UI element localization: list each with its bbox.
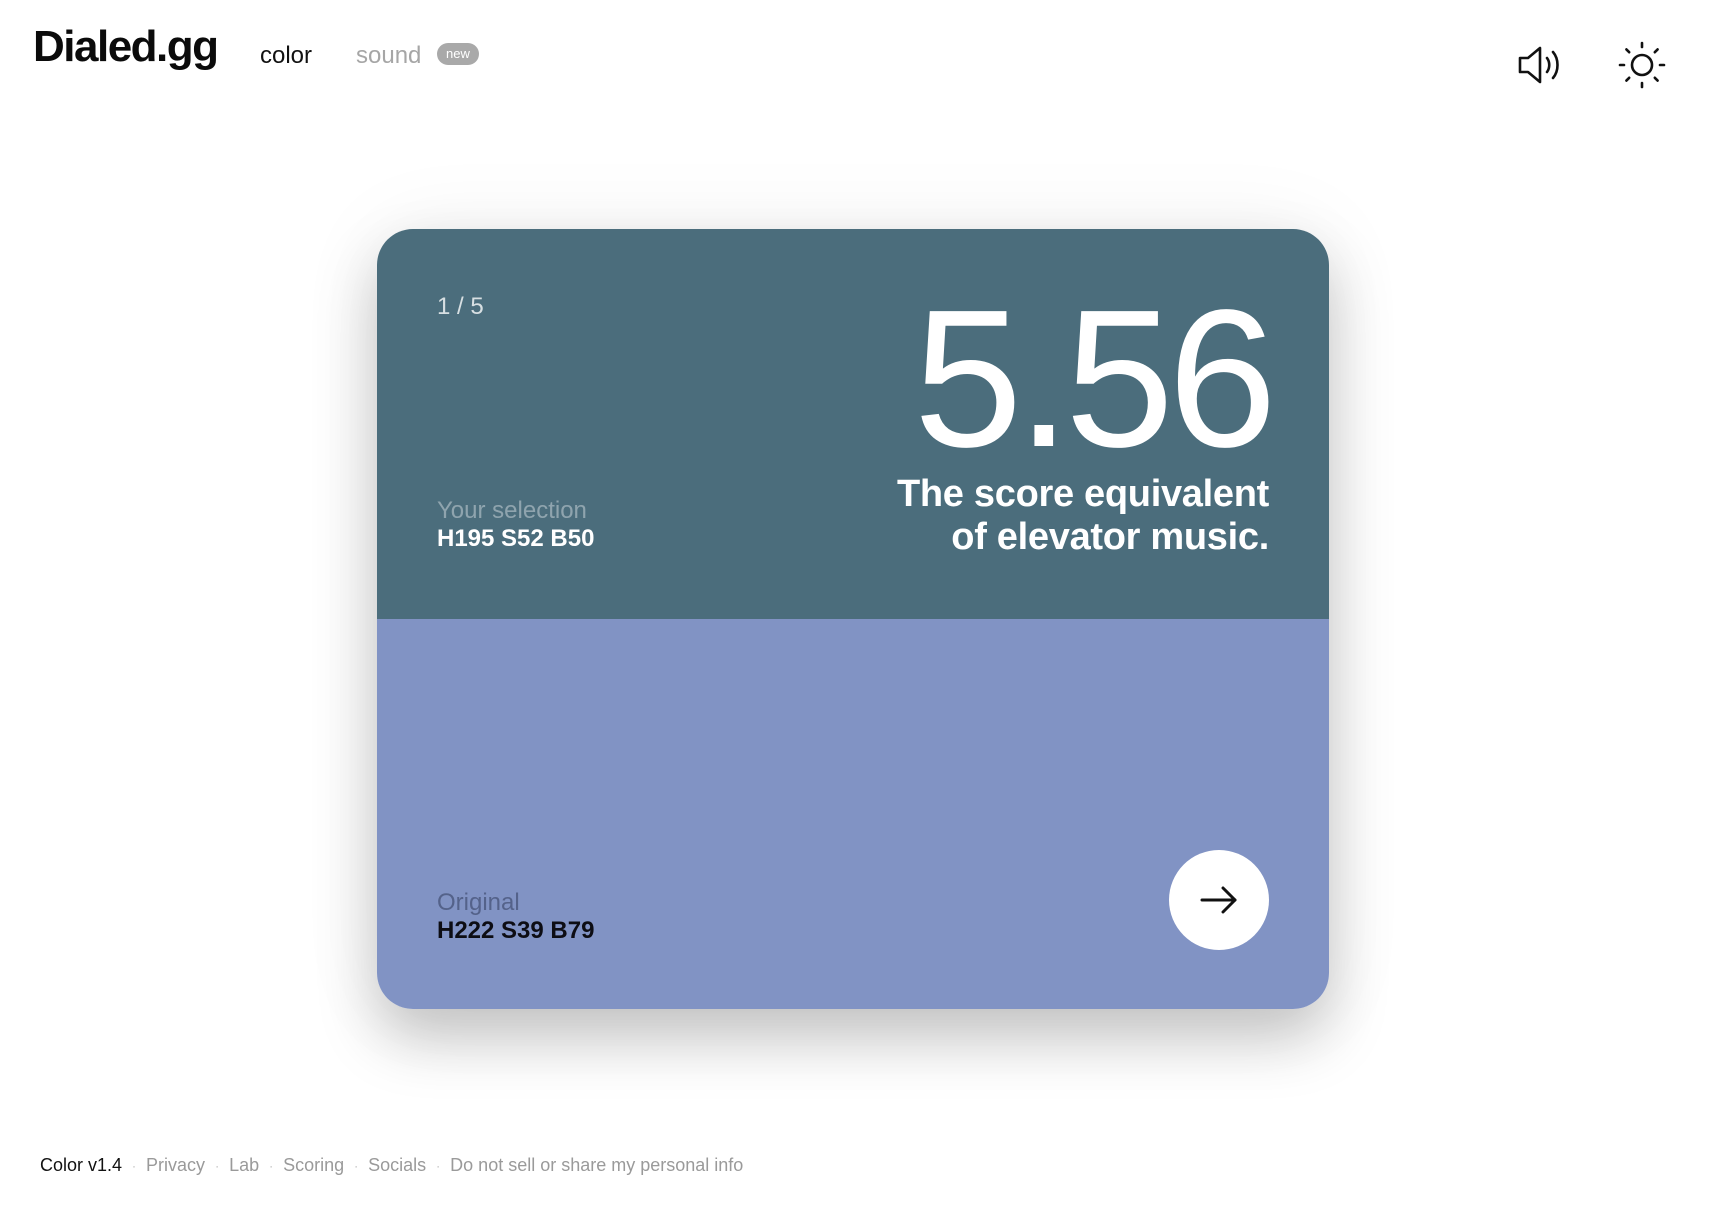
footer-separator: · — [269, 1158, 274, 1173]
score-value: 5.56 — [913, 269, 1277, 488]
arrow-right-icon — [1200, 886, 1237, 914]
sun-icon — [1618, 41, 1666, 89]
page: Dialed.gg color sound new 1 / 5 5.56 The… — [0, 0, 1714, 1220]
sound-toggle-button[interactable] — [1515, 40, 1565, 90]
original-label: Original — [437, 889, 520, 916]
selection-label: Your selection — [437, 497, 587, 524]
lab-link[interactable]: Lab — [229, 1155, 259, 1176]
footer-separator: · — [132, 1158, 137, 1173]
nav-sound-link[interactable]: sound — [356, 42, 421, 70]
theme-toggle-button[interactable] — [1617, 40, 1667, 90]
footer-separator: · — [436, 1158, 441, 1173]
privacy-link[interactable]: Privacy — [146, 1155, 205, 1176]
footer: Color v1.4 · Privacy · Lab · Scoring · S… — [40, 1155, 743, 1176]
original-value: H222 S39 B79 — [437, 917, 595, 944]
selection-swatch: 1 / 5 5.56 The score equivalent of eleva… — [377, 229, 1329, 619]
footer-separator: · — [354, 1158, 359, 1173]
round-counter: 1 / 5 — [437, 293, 484, 320]
score-tagline: The score equivalent of elevator music. — [896, 473, 1269, 558]
logo[interactable]: Dialed.gg — [33, 22, 219, 72]
original-swatch: Original H222 S39 B79 — [377, 619, 1329, 1009]
speaker-icon — [1518, 46, 1559, 84]
selection-value: H195 S52 B50 — [437, 525, 595, 552]
next-button[interactable] — [1169, 850, 1269, 950]
socials-link[interactable]: Socials — [368, 1155, 426, 1176]
version-label: Color v1.4 — [40, 1155, 123, 1175]
new-badge: new — [437, 43, 479, 65]
do-not-sell-link[interactable]: Do not sell or share my personal info — [450, 1155, 743, 1176]
nav-color-link[interactable]: color — [260, 42, 312, 70]
scoring-link[interactable]: Scoring — [283, 1155, 344, 1176]
result-card: 1 / 5 5.56 The score equivalent of eleva… — [377, 229, 1329, 1009]
footer-separator: · — [215, 1158, 220, 1173]
